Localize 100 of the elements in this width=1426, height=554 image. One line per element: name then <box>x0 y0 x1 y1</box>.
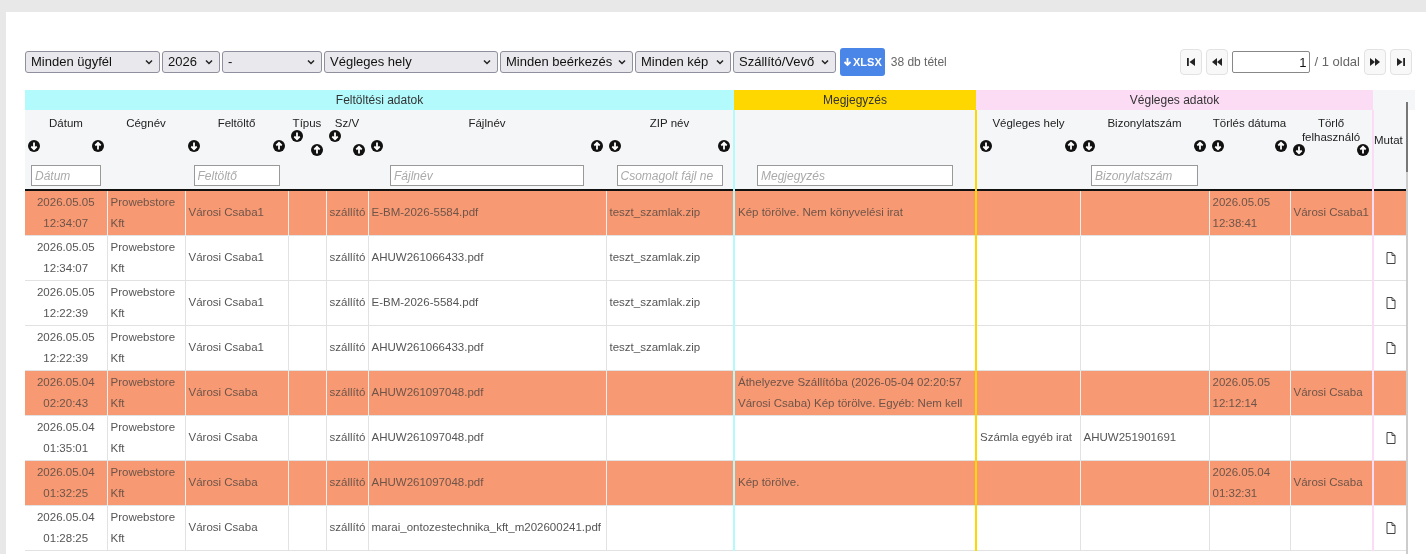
scrollbar[interactable] <box>1406 102 1408 554</box>
chevron-icon <box>204 57 214 67</box>
filter-select[interactable]: Szállító/Vevő <box>733 51 836 73</box>
filter-select[interactable]: Minden kép <box>635 51 731 73</box>
prev-page-button[interactable] <box>1206 49 1229 75</box>
table-cell-text: Prowebstore Kft <box>110 194 177 231</box>
table-row[interactable]: 2026.05.04 01:35:01 Prowebstore Kft Városi Csaba szállító AHUW261097048.pdf Számla egyéb irat AHUW251901691 <box>25 415 1407 460</box>
table-row[interactable]: 2026.05.05 12:34:07 Prowebstore Kft Városi Csaba1 szállító AHUW261066433.pdf teszt_szamlak.zip <box>25 235 1407 280</box>
column-header[interactable]: Típus <box>291 116 323 130</box>
table-cell-text: Kép törölve. <box>738 475 801 490</box>
document-icon[interactable] <box>1385 431 1396 444</box>
table-cell-text: AHUW251901691 <box>1083 430 1178 445</box>
column-header[interactable]: Fájlnév <box>371 116 603 130</box>
sort-down-icon[interactable] <box>329 130 341 142</box>
chevron-icon <box>306 57 316 67</box>
sort-up-icon[interactable] <box>311 144 323 156</box>
document-icon[interactable] <box>1385 251 1396 264</box>
sort-down-icon[interactable] <box>1212 140 1224 152</box>
sort-up-icon[interactable] <box>1357 144 1369 156</box>
sort-down-icon[interactable] <box>980 140 992 152</box>
table-cell-text: Városi Csaba <box>188 520 259 535</box>
table-cell-text: Városi Csaba <box>188 385 259 400</box>
chevron-icon <box>144 57 154 67</box>
table-cell-text: 2026.05.05 12:22:39 <box>35 284 96 321</box>
table-cell-text: szállító <box>329 520 365 535</box>
last-page-icon <box>1395 56 1407 68</box>
group-header: Feltöltési adatok <box>25 90 734 110</box>
chevron-icon <box>715 57 725 67</box>
sort-down-icon[interactable] <box>291 130 303 142</box>
sort-up-icon[interactable] <box>1065 140 1077 152</box>
table-cell-text: Városi Csaba1 <box>1293 205 1369 221</box>
column-filter-input[interactable]: Bizonylatszám <box>1091 165 1198 186</box>
table-cell-text: Prowebstore Kft <box>110 239 177 276</box>
sort-down-icon[interactable] <box>1293 144 1305 156</box>
table-cell-text: Városi Csaba1 <box>188 340 265 355</box>
sort-up-icon[interactable] <box>1194 140 1206 152</box>
sort-up-icon[interactable] <box>591 140 603 152</box>
column-header[interactable]: ZIP név <box>609 116 730 130</box>
table-cell-text: 2026.05.04 01:35:01 <box>35 419 96 456</box>
table-cell-text: 2026.05.05 12:34:07 <box>35 194 96 231</box>
table-cell-text: AHUW261097048.pdf <box>371 475 485 490</box>
table-cell-text: Városi Csaba1 <box>188 295 265 310</box>
column-filter-input[interactable]: Megjegyzés <box>757 165 953 186</box>
table-cell-text: Városi Csaba <box>188 430 259 445</box>
column-header[interactable]: Végleges hely <box>980 116 1077 130</box>
column-header: Mutat <box>1375 134 1403 146</box>
table-cell-text: 2026.05.05 12:34:07 <box>35 239 96 276</box>
table-row[interactable]: 2026.05.05 12:22:39 Prowebstore Kft Városi Csaba1 szállító E-BM-2026-5584.pdf teszt_szamlak.zip <box>25 280 1407 325</box>
filter-select[interactable]: 2026 <box>162 51 220 73</box>
sort-down-icon[interactable] <box>371 140 383 152</box>
column-header[interactable]: Bizonylatszám <box>1083 116 1206 130</box>
document-icon[interactable] <box>1385 296 1396 309</box>
filter-select[interactable]: Végleges hely <box>324 51 498 73</box>
table-cell-text: AHUW261066433.pdf <box>371 250 485 265</box>
sort-up-icon[interactable] <box>273 140 285 152</box>
table-cell-text: szállító <box>329 250 365 265</box>
table-cell-text: Áthelyezve Szállítóba (2026-05-04 02:20:57 Városi Csaba) Kép törölve. Egyéb: Nem kell <box>738 374 964 411</box>
xlsx-export-button[interactable]: XLSX <box>840 48 885 76</box>
column-header[interactable]: Törlés dátuma <box>1212 116 1287 130</box>
table-cell-text: Városi Csaba <box>1293 475 1364 490</box>
table-cell-text: Számla egyéb irat <box>980 430 1074 445</box>
sort-up-icon[interactable] <box>718 140 730 152</box>
table-cell-text: teszt_szamlak.zip <box>609 250 702 265</box>
sort-down-icon[interactable] <box>1083 140 1095 152</box>
column-header[interactable]: Dátum <box>28 116 104 130</box>
column-header[interactable]: Feltöltő <box>188 116 285 130</box>
chevron-icon <box>820 57 830 67</box>
sort-down-icon[interactable] <box>609 140 621 152</box>
table-row[interactable]: 2026.05.04 01:28:25 Prowebstore Kft Városi Csaba szállító marai_ontozestechnika_kft_m202600241.pdf <box>25 505 1407 550</box>
table-cell-text: teszt_szamlak.zip <box>609 340 702 355</box>
sort-down-icon[interactable] <box>28 140 40 152</box>
sort-up-icon[interactable] <box>1275 140 1287 152</box>
page-input[interactable]: 1 <box>1232 51 1311 73</box>
table-cell-text: teszt_szamlak.zip <box>609 295 702 310</box>
table-cell-text: Városi Csaba <box>188 475 259 490</box>
sort-up-icon[interactable] <box>353 144 365 156</box>
column-filter-input[interactable]: Feltöltő <box>193 165 280 186</box>
column-filter-input[interactable]: Fájlnév <box>390 165 584 186</box>
table-cell-text: 2026.05.04 01:32:31 <box>1212 464 1272 501</box>
document-icon[interactable] <box>1385 521 1396 534</box>
next-page-button[interactable] <box>1364 49 1386 75</box>
column-filter-input[interactable]: Dátum <box>31 165 101 186</box>
filter-select[interactable]: Minden beérkezés <box>500 51 633 73</box>
first-page-button[interactable] <box>1180 49 1203 75</box>
sort-up-icon[interactable] <box>92 140 104 152</box>
last-page-button[interactable] <box>1390 49 1412 75</box>
sort-down-icon[interactable] <box>188 140 200 152</box>
column-header[interactable]: Sz/V <box>329 116 365 130</box>
table-cell-text: Kép törölve. Nem könyvelési irat <box>738 205 904 221</box>
filter-select[interactable]: Minden ügyfél <box>25 51 160 73</box>
group-header: Végleges adatok <box>976 90 1373 110</box>
chevron-icon <box>617 57 627 67</box>
table-cell-text: Városi Csaba1 <box>188 205 265 221</box>
table-row[interactable]: 2026.05.05 12:22:39 Prowebstore Kft Városi Csaba1 szállító AHUW261066433.pdf teszt_szamlak.zip <box>25 325 1407 370</box>
table-cell-text: AHUW261097048.pdf <box>371 385 485 400</box>
column-header[interactable]: Törlő felhasználó <box>1293 116 1369 144</box>
table-cell-text: 2026.05.05 12:38:41 <box>1212 194 1272 231</box>
column-filter-input[interactable]: Csomagolt fájl ne <box>616 165 723 186</box>
filter-select[interactable]: - <box>222 51 322 73</box>
document-icon[interactable] <box>1385 341 1396 354</box>
